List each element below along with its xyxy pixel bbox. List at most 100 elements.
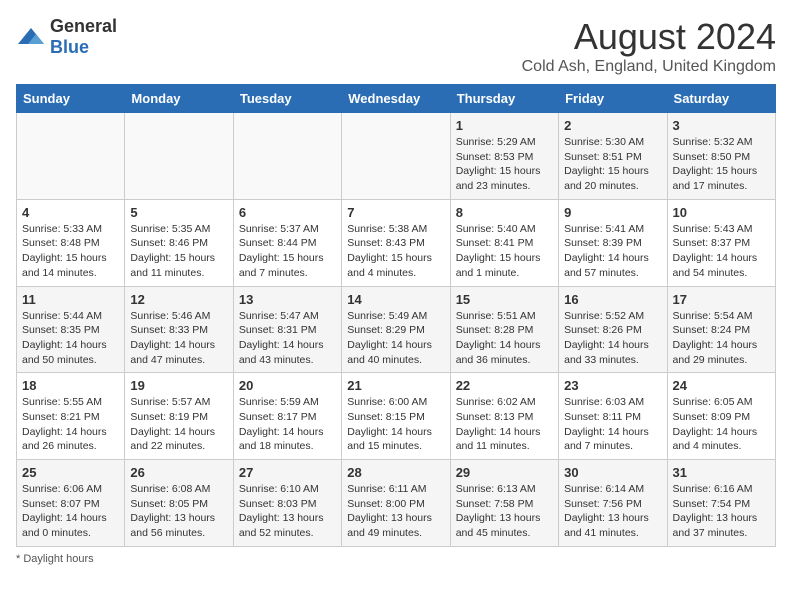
calendar-header-row: SundayMondayTuesdayWednesdayThursdayFrid…: [17, 85, 776, 113]
day-number: 24: [673, 378, 770, 393]
day-number: 17: [673, 292, 770, 307]
day-info: Sunrise: 6:16 AM Sunset: 7:54 PM Dayligh…: [673, 482, 770, 541]
logo-icon: [16, 26, 46, 48]
calendar-cell: 1 Sunrise: 5:29 AM Sunset: 8:53 PM Daylig…: [450, 113, 558, 200]
calendar-cell: 9 Sunrise: 5:41 AM Sunset: 8:39 PM Daylig…: [559, 199, 667, 286]
day-number: 26: [130, 465, 227, 480]
calendar-week-2: 4Sunrise: 5:33 AM Sunset: 8:48 PM Daylig…: [17, 199, 776, 286]
calendar-cell: 13 Sunrise: 5:47 AM Sunset: 8:31 PM Dayli…: [233, 286, 341, 373]
day-info: Sunrise: 5:47 AM Sunset: 8:31 PM Dayligh…: [239, 309, 336, 368]
day-info: Sunrise: 5:44 AM Sunset: 8:35 PM Dayligh…: [22, 309, 119, 368]
day-info: Sunrise: 5:29 AM Sunset: 8:53 PM Dayligh…: [456, 135, 553, 194]
calendar-cell: 8Sunrise: 5:40 AM Sunset: 8:41 PM Daylig…: [450, 199, 558, 286]
day-number: 28: [347, 465, 444, 480]
day-number: 22: [456, 378, 553, 393]
day-info: Sunrise: 6:10 AM Sunset: 8:03 PM Dayligh…: [239, 482, 336, 541]
calendar-week-1: 1 Sunrise: 5:29 AM Sunset: 8:53 PM Daylig…: [17, 113, 776, 200]
day-info: Sunrise: 6:13 AM Sunset: 7:58 PM Dayligh…: [456, 482, 553, 541]
calendar-cell: 15Sunrise: 5:51 AM Sunset: 8:28 PM Dayli…: [450, 286, 558, 373]
header-thursday: Thursday: [450, 85, 558, 113]
day-info: Sunrise: 6:08 AM Sunset: 8:05 PM Dayligh…: [130, 482, 227, 541]
day-number: 20: [239, 378, 336, 393]
calendar-cell: 27Sunrise: 6:10 AM Sunset: 8:03 PM Dayli…: [233, 460, 341, 547]
day-info: Sunrise: 5:46 AM Sunset: 8:33 PM Dayligh…: [130, 309, 227, 368]
calendar-cell: 28 Sunrise: 6:11 AM Sunset: 8:00 PM Dayli…: [342, 460, 450, 547]
header-saturday: Saturday: [667, 85, 775, 113]
day-info: Sunrise: 5:52 AM Sunset: 8:26 PM Dayligh…: [564, 309, 661, 368]
footer-note: * Daylight hours: [16, 553, 776, 565]
day-info: Sunrise: 5:37 AM Sunset: 8:44 PM Dayligh…: [239, 222, 336, 281]
day-number: 18: [22, 378, 119, 393]
day-info: Sunrise: 6:03 AM Sunset: 8:11 PM Dayligh…: [564, 395, 661, 454]
page-header: General Blue August 2024 Cold Ash, Engla…: [16, 16, 776, 76]
calendar-cell: 30 Sunrise: 6:14 AM Sunset: 7:56 PM Dayli…: [559, 460, 667, 547]
calendar-cell: [17, 113, 125, 200]
calendar-cell: 18 Sunrise: 5:55 AM Sunset: 8:21 PM Dayli…: [17, 373, 125, 460]
day-info: Sunrise: 5:32 AM Sunset: 8:50 PM Dayligh…: [673, 135, 770, 194]
calendar-cell: [342, 113, 450, 200]
day-number: 6: [239, 205, 336, 220]
logo-blue: Blue: [50, 37, 89, 57]
page-subtitle: Cold Ash, England, United Kingdom: [522, 58, 776, 76]
day-number: 3: [673, 118, 770, 133]
calendar-cell: 22 Sunrise: 6:02 AM Sunset: 8:13 PM Dayli…: [450, 373, 558, 460]
day-number: 1: [456, 118, 553, 133]
day-number: 2: [564, 118, 661, 133]
calendar-cell: 7 Sunrise: 5:38 AM Sunset: 8:43 PM Daylig…: [342, 199, 450, 286]
calendar-week-3: 11Sunrise: 5:44 AM Sunset: 8:35 PM Dayli…: [17, 286, 776, 373]
header-sunday: Sunday: [17, 85, 125, 113]
day-info: Sunrise: 5:35 AM Sunset: 8:46 PM Dayligh…: [130, 222, 227, 281]
day-info: Sunrise: 6:00 AM Sunset: 8:15 PM Dayligh…: [347, 395, 444, 454]
day-number: 16: [564, 292, 661, 307]
day-info: Sunrise: 6:14 AM Sunset: 7:56 PM Dayligh…: [564, 482, 661, 541]
calendar-week-5: 25Sunrise: 6:06 AM Sunset: 8:07 PM Dayli…: [17, 460, 776, 547]
logo: General Blue: [16, 16, 117, 58]
day-number: 30: [564, 465, 661, 480]
calendar-cell: 10Sunrise: 5:43 AM Sunset: 8:37 PM Dayli…: [667, 199, 775, 286]
calendar-cell: 14Sunrise: 5:49 AM Sunset: 8:29 PM Dayli…: [342, 286, 450, 373]
day-number: 9: [564, 205, 661, 220]
day-info: Sunrise: 5:41 AM Sunset: 8:39 PM Dayligh…: [564, 222, 661, 281]
day-info: Sunrise: 5:43 AM Sunset: 8:37 PM Dayligh…: [673, 222, 770, 281]
day-info: Sunrise: 5:38 AM Sunset: 8:43 PM Dayligh…: [347, 222, 444, 281]
day-info: Sunrise: 6:02 AM Sunset: 8:13 PM Dayligh…: [456, 395, 553, 454]
day-number: 13: [239, 292, 336, 307]
calendar-cell: 26 Sunrise: 6:08 AM Sunset: 8:05 PM Dayli…: [125, 460, 233, 547]
day-info: Sunrise: 6:05 AM Sunset: 8:09 PM Dayligh…: [673, 395, 770, 454]
header-tuesday: Tuesday: [233, 85, 341, 113]
day-number: 7: [347, 205, 444, 220]
day-number: 5: [130, 205, 227, 220]
logo-general: General: [50, 16, 117, 36]
calendar-cell: 5 Sunrise: 5:35 AM Sunset: 8:46 PM Daylig…: [125, 199, 233, 286]
calendar-week-4: 18 Sunrise: 5:55 AM Sunset: 8:21 PM Dayli…: [17, 373, 776, 460]
day-info: Sunrise: 5:49 AM Sunset: 8:29 PM Dayligh…: [347, 309, 444, 368]
day-number: 23: [564, 378, 661, 393]
day-number: 19: [130, 378, 227, 393]
logo-text: General Blue: [50, 16, 117, 58]
day-info: Sunrise: 5:51 AM Sunset: 8:28 PM Dayligh…: [456, 309, 553, 368]
calendar-table: SundayMondayTuesdayWednesdayThursdayFrid…: [16, 84, 776, 547]
calendar-cell: 2 Sunrise: 5:30 AM Sunset: 8:51 PM Daylig…: [559, 113, 667, 200]
calendar-cell: 17 Sunrise: 5:54 AM Sunset: 8:24 PM Dayli…: [667, 286, 775, 373]
day-info: Sunrise: 5:55 AM Sunset: 8:21 PM Dayligh…: [22, 395, 119, 454]
day-number: 31: [673, 465, 770, 480]
day-info: Sunrise: 5:30 AM Sunset: 8:51 PM Dayligh…: [564, 135, 661, 194]
day-info: Sunrise: 5:57 AM Sunset: 8:19 PM Dayligh…: [130, 395, 227, 454]
day-number: 8: [456, 205, 553, 220]
day-number: 21: [347, 378, 444, 393]
calendar-cell: 31 Sunrise: 6:16 AM Sunset: 7:54 PM Dayli…: [667, 460, 775, 547]
calendar-cell: 21 Sunrise: 6:00 AM Sunset: 8:15 PM Dayli…: [342, 373, 450, 460]
header-monday: Monday: [125, 85, 233, 113]
footer-note-text: Daylight hours: [23, 553, 93, 565]
day-number: 29: [456, 465, 553, 480]
day-info: Sunrise: 5:54 AM Sunset: 8:24 PM Dayligh…: [673, 309, 770, 368]
day-number: 12: [130, 292, 227, 307]
page-title: August 2024: [522, 16, 776, 58]
calendar-cell: 29 Sunrise: 6:13 AM Sunset: 7:58 PM Dayli…: [450, 460, 558, 547]
calendar-cell: 3 Sunrise: 5:32 AM Sunset: 8:50 PM Daylig…: [667, 113, 775, 200]
calendar-cell: 6 Sunrise: 5:37 AM Sunset: 8:44 PM Daylig…: [233, 199, 341, 286]
calendar-cell: 4Sunrise: 5:33 AM Sunset: 8:48 PM Daylig…: [17, 199, 125, 286]
header-wednesday: Wednesday: [342, 85, 450, 113]
day-info: Sunrise: 6:11 AM Sunset: 8:00 PM Dayligh…: [347, 482, 444, 541]
day-info: Sunrise: 5:59 AM Sunset: 8:17 PM Dayligh…: [239, 395, 336, 454]
